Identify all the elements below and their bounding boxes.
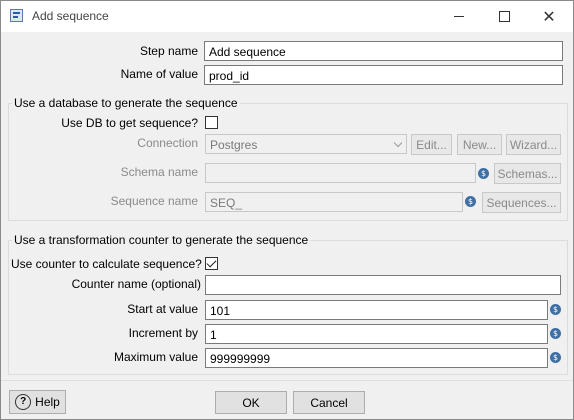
schema-name-label: Schema name <box>120 165 198 179</box>
footer-separator <box>1 380 573 381</box>
title-bar: Add sequence ✕ <box>1 1 573 32</box>
checkmark-icon <box>206 257 217 268</box>
use-db-label: Use DB to get sequence? <box>61 116 198 130</box>
cancel-button[interactable]: Cancel <box>293 391 365 414</box>
maximize-button[interactable] <box>482 1 526 32</box>
variable-icon: $ <box>550 328 561 339</box>
help-label: Help <box>35 395 60 409</box>
connection-value: Postgres <box>210 138 258 152</box>
maximize-icon <box>498 11 510 22</box>
close-icon: ✕ <box>542 8 556 26</box>
new-connection-button[interactable]: New... <box>457 134 502 155</box>
wizard-connection-button[interactable]: Wizard... <box>506 134 561 155</box>
start-value-input[interactable]: 101 <box>205 300 548 320</box>
step-name-label: Step name <box>139 44 198 58</box>
minimize-icon <box>454 16 464 17</box>
app-icon <box>10 9 23 22</box>
use-counter-checkbox[interactable] <box>205 257 218 270</box>
help-button[interactable]: ? Help <box>9 390 66 414</box>
ok-button[interactable]: OK <box>215 391 287 414</box>
schemas-button[interactable]: Schemas... <box>494 163 561 184</box>
question-circle-icon: ? <box>15 394 32 410</box>
dialog-window: Add sequence ✕ Step name Add sequence Na… <box>0 0 574 420</box>
maximum-value-input[interactable]: 999999999 <box>205 348 548 368</box>
db-group-title: Use a database to generate the sequence <box>12 96 240 110</box>
increment-label: Increment by <box>128 326 198 340</box>
minimize-button[interactable] <box>437 1 481 32</box>
connection-label: Connection <box>137 136 198 150</box>
sequence-name-input[interactable]: SEQ_ <box>205 192 463 212</box>
increment-input[interactable]: 1 <box>205 324 548 344</box>
maximum-value-label: Maximum value <box>113 350 198 364</box>
variable-icon: $ <box>478 168 489 179</box>
window-title: Add sequence <box>32 9 109 23</box>
step-name-input[interactable]: Add sequence <box>204 41 563 61</box>
use-counter-label: Use counter to calculate sequence? <box>11 257 202 271</box>
variable-icon: $ <box>550 304 561 315</box>
variable-icon: $ <box>465 196 476 207</box>
use-db-checkbox[interactable] <box>205 116 218 129</box>
sequences-button[interactable]: Sequences... <box>482 192 561 213</box>
connection-select[interactable]: Postgres <box>205 134 407 154</box>
name-of-value-label: Name of value <box>120 67 198 81</box>
start-value-label: Start at value <box>127 302 198 316</box>
counter-name-input[interactable] <box>205 275 561 295</box>
schema-name-input[interactable] <box>205 163 476 183</box>
sequence-name-label: Sequence name <box>110 194 198 208</box>
counter-group-title: Use a transformation counter to generate… <box>12 233 311 247</box>
variable-icon: $ <box>550 352 561 363</box>
chevron-down-icon <box>393 138 403 148</box>
edit-connection-button[interactable]: Edit... <box>411 134 452 155</box>
close-button[interactable]: ✕ <box>527 1 571 32</box>
name-of-value-input[interactable]: prod_id <box>204 65 563 85</box>
counter-name-label: Counter name (optional) <box>71 277 201 291</box>
